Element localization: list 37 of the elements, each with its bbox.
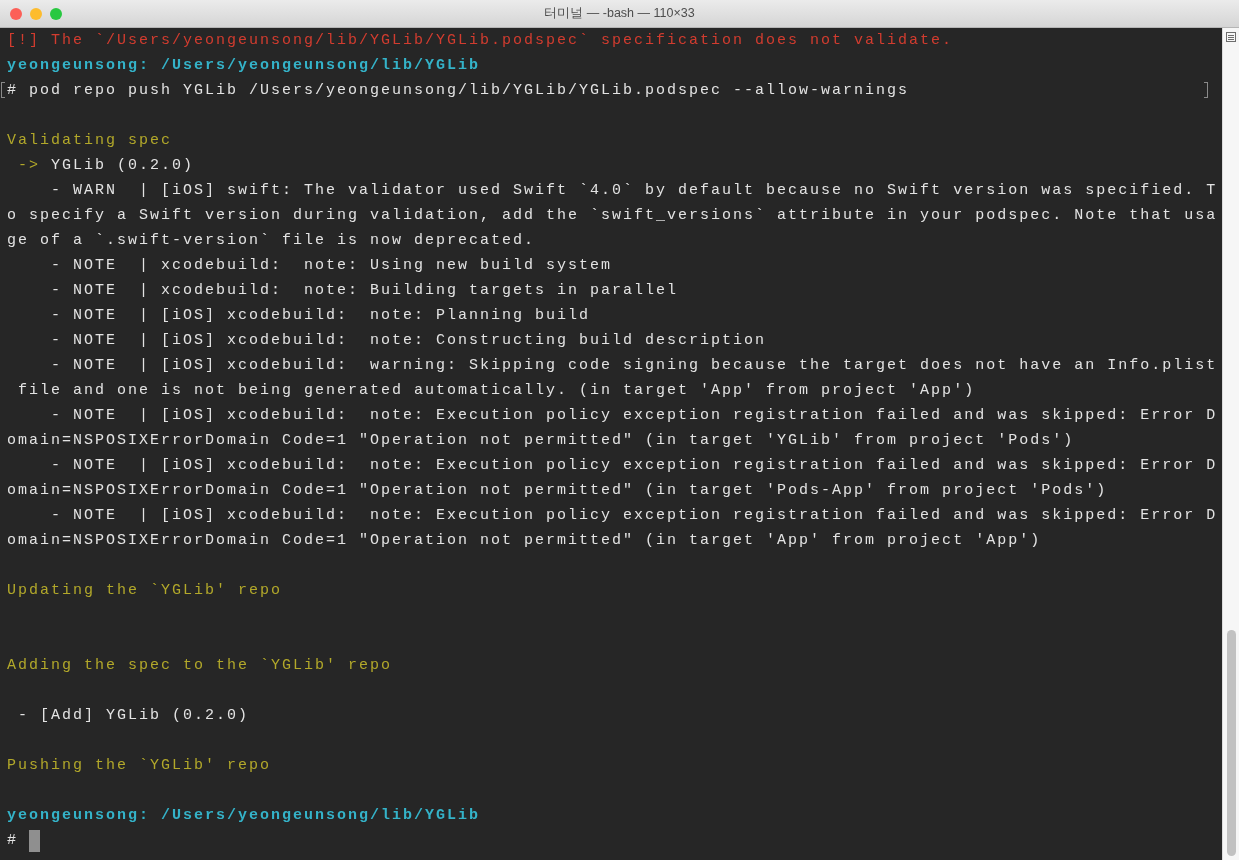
output-line: ge of a `.swift-version` file is now deprecated. [7, 231, 536, 251]
zoom-button[interactable] [50, 8, 62, 20]
prompt-path: yeongeunsong: /Users/yeongeunsong/lib/YGLib [7, 806, 481, 826]
output-line: omain=NSPOSIXErrorDomain Code=1 "Operation not permitted" (in target 'Pods-App' from project 'Pods') [7, 481, 1108, 501]
error-message: [!] The `/Users/yeongeunsong/lib/YGLib/YGLib.podspec` specification does not validate. [7, 31, 954, 51]
scrollbar-thumb[interactable] [1226, 630, 1236, 856]
line-mark-icon [1, 82, 5, 98]
output-line: file and one is not being generated automatically. (in target 'App' from project 'App') [17, 381, 976, 401]
line-mark-icon [1204, 82, 1208, 98]
output-line: - NOTE | [iOS] xcodebuild: warning: Skipping code signing because the target does not have an Info.plist [50, 356, 1218, 376]
output-line: - WARN | [iOS] swift: The validator used Swift `4.0` by default because no Swift version was specified. T [50, 181, 1218, 201]
output-line: - NOTE | [iOS] xcodebuild: note: Execution policy exception registration failed and was skipped: Error D [50, 456, 1218, 476]
output-line: - [Add] YGLib (0.2.0) [17, 706, 250, 726]
output-line: o specify a Swift version during validation, add the `swift_versions` attribute in your podspec. Note that usa [7, 206, 1218, 226]
output-line: - NOTE | [iOS] xcodebuild: note: Planning build [50, 306, 591, 326]
status-message: Updating the `YGLib' repo [7, 581, 283, 601]
status-message: Pushing the `YGLib' repo [7, 756, 272, 776]
prompt-path: yeongeunsong: /Users/yeongeunsong/lib/YGLib [7, 56, 481, 76]
scrollbar[interactable] [1222, 28, 1239, 860]
output-line: omain=NSPOSIXErrorDomain Code=1 "Operation not permitted" (in target 'App' from project 'App') [7, 531, 1042, 551]
status-message: Adding the spec to the `YGLib' repo [7, 656, 393, 676]
window-title: 터미널 — -bash — 110×33 [544, 5, 695, 23]
spec-name: YGLib (0.2.0) [50, 156, 195, 176]
command-line: # pod repo push YGLib /Users/yeongeunsong/lib/YGLib/YGLib.podspec --allow-warnings [7, 81, 910, 101]
output-line: - NOTE | [iOS] xcodebuild: note: Constructing build description [50, 331, 767, 351]
arrow-marker: -> [17, 156, 40, 176]
menu-icon[interactable] [1226, 32, 1236, 42]
status-message: Validating spec [7, 131, 173, 151]
output-line: - NOTE | xcodebuild: note: Building targets in parallel [50, 281, 679, 301]
output-line: - NOTE | [iOS] xcodebuild: note: Execution policy exception registration failed and was skipped: Error D [50, 506, 1218, 526]
command-prompt: # [7, 831, 19, 851]
minimize-button[interactable] [30, 8, 42, 20]
output-line: - NOTE | [iOS] xcodebuild: note: Execution policy exception registration failed and was skipped: Error D [50, 406, 1218, 426]
output-line: omain=NSPOSIXErrorDomain Code=1 "Operation not permitted" (in target 'YGLib' from project 'Pods') [7, 431, 1075, 451]
output-line: - NOTE | xcodebuild: note: Using new build system [50, 256, 613, 276]
close-button[interactable] [10, 8, 22, 20]
cursor-icon [29, 829, 40, 852]
